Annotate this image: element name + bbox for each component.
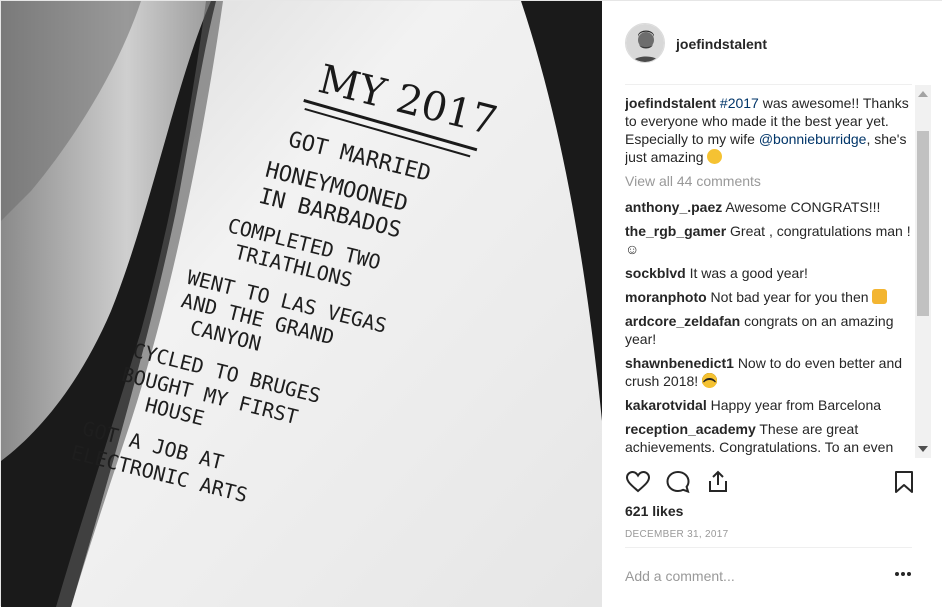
post-photo[interactable]: MY 2017 GOT MARRIED HONEYMOONED IN BARBA… <box>1 1 602 607</box>
post-header: joefindstalent <box>602 1 942 85</box>
notebook-image: MY 2017 GOT MARRIED HONEYMOONED IN BARBA… <box>1 1 602 607</box>
comment-username[interactable]: sockblvd <box>625 265 686 281</box>
post-date[interactable]: DECEMBER 31, 2017 <box>625 529 728 540</box>
scroll-thumb[interactable] <box>917 131 929 316</box>
comment-item: reception_academy These are great achiev… <box>625 420 915 456</box>
hashtag-link[interactable]: #2017 <box>720 95 759 111</box>
profile-avatar-icon <box>626 24 664 62</box>
thumbs-up-emoji-icon <box>872 289 888 304</box>
comment-username[interactable]: the_rgb_gamer <box>625 223 726 239</box>
comment-text: Awesome CONGRATS!!! <box>725 199 881 215</box>
comment-item: anthony_.paez Awesome CONGRATS!!! <box>625 198 915 216</box>
comment-item: the_rgb_gamer Great , congratulations ma… <box>625 222 915 258</box>
comment-username[interactable]: anthony_.paez <box>625 199 722 215</box>
add-comment-input[interactable]: Add a comment... <box>625 568 735 584</box>
divider <box>625 547 912 548</box>
comment-text: Happy year from Barcelona <box>710 397 882 413</box>
comment-text: Not bad year for you then <box>710 289 869 305</box>
bookmark-icon[interactable] <box>891 469 917 495</box>
avatar[interactable] <box>625 23 665 63</box>
comment-username[interactable]: reception_academy <box>625 421 756 437</box>
caption-username[interactable]: joefindstalent <box>625 95 716 111</box>
comment-item: moranphoto Not bad year for you then <box>625 288 915 306</box>
comment-username[interactable]: shawnbenedict1 <box>625 355 734 371</box>
caption: joefindstalent #2017 was awesome!! Thank… <box>625 94 915 166</box>
mention-link[interactable]: @bonnieburridge <box>759 131 867 147</box>
more-options-icon[interactable] <box>893 566 913 582</box>
post-username[interactable]: joefindstalent <box>676 36 767 52</box>
likes-count[interactable]: 621 likes <box>625 503 683 519</box>
post-dialog: MY 2017 GOT MARRIED HONEYMOONED IN BARBA… <box>0 0 942 607</box>
divider <box>625 84 912 85</box>
post-side-panel: joefindstalent joefindstalent #2017 was … <box>602 1 942 607</box>
view-all-comments-link[interactable]: View all 44 comments <box>625 172 915 190</box>
comment-text: It was a good year! <box>689 265 808 281</box>
comment-username[interactable]: ardcore_zeldafan <box>625 313 740 329</box>
grinning-emoji-icon <box>707 149 723 164</box>
comment-icon[interactable] <box>665 469 691 495</box>
heart-icon[interactable] <box>625 469 651 495</box>
comments-scrollbar[interactable] <box>915 85 931 458</box>
comment-username[interactable]: moranphoto <box>625 289 707 305</box>
scroll-up-arrow-icon[interactable] <box>918 91 928 97</box>
comment-username[interactable]: kakarotvidal <box>625 397 707 413</box>
comment-item: ardcore_zeldafan congrats on an amazing … <box>625 312 915 348</box>
comment-item: sockblvd It was a good year! <box>625 264 915 282</box>
scroll-down-arrow-icon[interactable] <box>918 446 928 452</box>
comment-item: kakarotvidal Happy year from Barcelona <box>625 396 915 414</box>
comments-list[interactable]: joefindstalent #2017 was awesome!! Thank… <box>625 94 915 458</box>
action-bar <box>625 465 915 497</box>
comment-item: shawnbenedict1 Now to do even better and… <box>625 354 915 390</box>
sunglasses-emoji-icon <box>702 373 718 388</box>
share-icon[interactable] <box>705 469 731 495</box>
